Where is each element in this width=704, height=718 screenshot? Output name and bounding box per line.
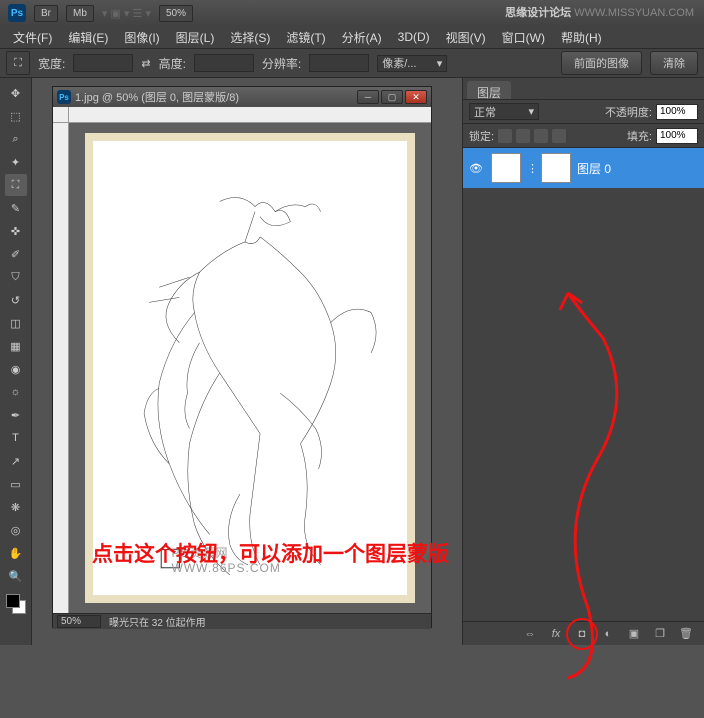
br-button[interactable]: Br xyxy=(34,5,58,22)
crop-tool-icon[interactable]: ⛶ xyxy=(6,51,30,75)
group-icon[interactable]: ▣ xyxy=(626,626,642,642)
link-layers-icon[interactable]: ⇔ xyxy=(522,626,538,642)
document-area: Ps1.jpg @ 50% (图层 0, 图层蒙版/8) ─ ▢ ✕ xyxy=(32,78,462,645)
menu-select[interactable]: 选择(S) xyxy=(223,27,277,48)
resolution-input[interactable] xyxy=(309,54,369,72)
move-tool[interactable]: ✥ xyxy=(5,82,27,104)
canvas[interactable]: PS资源网 WWW.86PS.COM xyxy=(85,133,415,603)
toolbar: ✥ ⬚ ⌕ ✦ ⛶ ✎ ✜ ✐ ⛉ ↺ ◫ ▦ ◉ ☼ ✒ T ↗ ▭ ❋ ◎ … xyxy=(0,78,32,645)
brush-tool[interactable]: ✐ xyxy=(5,243,27,265)
menu-window[interactable]: 窗口(W) xyxy=(495,27,552,48)
trash-icon[interactable]: 🗑 xyxy=(678,626,694,642)
hand-tool[interactable]: ✋ xyxy=(5,542,27,564)
blend-mode-select[interactable]: 正常▾ xyxy=(469,103,539,120)
blur-tool[interactable]: ◉ xyxy=(5,358,27,380)
doc-status-bar: 50% 曝光只在 32 位起作用 xyxy=(53,613,431,629)
shape-tool[interactable]: ▭ xyxy=(5,473,27,495)
options-bar: ⛶ 宽度: ⇄ 高度: 分辨率: 像素/...▾ 前面的图像 清除 xyxy=(0,48,704,78)
app-titlebar: Ps Br Mb ▾ ▣ ▾ ☰ ▾ 50% 思缘设计论坛 WWW.MISSYU… xyxy=(0,0,704,26)
watermark: 思缘设计论坛 WWW.MISSYUAN.COM xyxy=(505,4,694,20)
zoom-level[interactable]: 50% xyxy=(159,5,193,22)
dodge-tool[interactable]: ☼ xyxy=(5,381,27,403)
status-text: 曝光只在 32 位起作用 xyxy=(109,614,206,629)
ruler-vertical[interactable] xyxy=(53,123,69,613)
crop-tool[interactable]: ⛶ xyxy=(5,174,27,196)
type-tool[interactable]: T xyxy=(5,427,27,449)
height-input[interactable] xyxy=(194,54,254,72)
width-label: 宽度: xyxy=(38,55,65,72)
zoom-field[interactable]: 50% xyxy=(57,615,101,628)
minimize-button[interactable]: ─ xyxy=(357,90,379,104)
swap-icon[interactable]: ⇄ xyxy=(141,57,150,70)
fill-input[interactable]: 100% xyxy=(656,128,698,144)
width-input[interactable] xyxy=(73,54,133,72)
layer-thumb[interactable] xyxy=(491,153,521,183)
menu-analysis[interactable]: 分析(A) xyxy=(335,27,389,48)
opacity-input[interactable]: 100% xyxy=(656,104,698,120)
eye-icon[interactable]: 👁 xyxy=(467,159,485,177)
menu-image[interactable]: 图像(I) xyxy=(117,27,166,48)
zoom-tool[interactable]: 🔍 xyxy=(5,565,27,587)
menu-filter[interactable]: 滤镜(T) xyxy=(279,27,332,48)
stamp-tool[interactable]: ⛉ xyxy=(5,266,27,288)
heal-tool[interactable]: ✜ xyxy=(5,220,27,242)
menu-3d[interactable]: 3D(D) xyxy=(391,28,437,46)
menu-edit[interactable]: 编辑(E) xyxy=(61,27,115,48)
layers-footer: ⇔ fx ◘ ◐ ▣ ❐ 🗑 xyxy=(463,621,704,645)
close-button[interactable]: ✕ xyxy=(405,90,427,104)
layers-tab[interactable]: 图层 xyxy=(467,81,511,99)
mask-thumb[interactable] xyxy=(541,153,571,183)
layers-panel: 图层 正常▾ 不透明度: 100% 锁定: 填充: 100% 👁 ⋮ xyxy=(462,78,704,645)
menu-layer[interactable]: 图层(L) xyxy=(169,27,222,48)
gradient-tool[interactable]: ▦ xyxy=(5,335,27,357)
eraser-tool[interactable]: ◫ xyxy=(5,312,27,334)
menu-help[interactable]: 帮助(H) xyxy=(554,27,609,48)
layer-list: 👁 ⋮ 图层 0 xyxy=(463,148,704,588)
maximize-button[interactable]: ▢ xyxy=(381,90,403,104)
new-layer-icon[interactable]: ❐ xyxy=(652,626,668,642)
clear-button[interactable]: 清除 xyxy=(650,51,698,75)
3d-tool[interactable]: ❋ xyxy=(5,496,27,518)
wand-tool[interactable]: ✦ xyxy=(5,151,27,173)
path-tool[interactable]: ↗ xyxy=(5,450,27,472)
link-icon: ⋮ xyxy=(527,162,535,175)
resolution-label: 分辨率: xyxy=(262,55,301,72)
height-label: 高度: xyxy=(159,55,186,72)
ruler-horizontal[interactable] xyxy=(69,107,431,123)
annotation-text: 点击这个按钮，可以添加一个图层蒙版 xyxy=(92,538,449,568)
menubar: 文件(F) 编辑(E) 图像(I) 图层(L) 选择(S) 滤镜(T) 分析(A… xyxy=(0,26,704,48)
add-mask-icon[interactable]: ◘ xyxy=(574,626,590,642)
menu-file[interactable]: 文件(F) xyxy=(6,27,59,48)
fx-icon[interactable]: fx xyxy=(548,626,564,642)
layer-name[interactable]: 图层 0 xyxy=(577,160,611,177)
fill-label: 填充: xyxy=(627,128,652,144)
lock-label: 锁定: xyxy=(469,128,494,144)
menu-view[interactable]: 视图(V) xyxy=(439,27,493,48)
color-swatch[interactable] xyxy=(6,594,26,614)
lasso-tool[interactable]: ⌕ xyxy=(5,128,27,150)
history-brush-tool[interactable]: ↺ xyxy=(5,289,27,311)
doc-titlebar[interactable]: Ps1.jpg @ 50% (图层 0, 图层蒙版/8) ─ ▢ ✕ xyxy=(53,87,431,107)
unit-select[interactable]: 像素/...▾ xyxy=(377,55,447,72)
pen-tool[interactable]: ✒ xyxy=(5,404,27,426)
sep: ▾ ▣ ▾ ☰ ▾ xyxy=(102,7,151,20)
layer-item[interactable]: 👁 ⋮ 图层 0 xyxy=(463,148,704,188)
marquee-tool[interactable]: ⬚ xyxy=(5,105,27,127)
adjustment-icon[interactable]: ◐ xyxy=(600,626,616,642)
lock-icons[interactable] xyxy=(498,129,566,143)
eyedropper-tool[interactable]: ✎ xyxy=(5,197,27,219)
opacity-label: 不透明度: xyxy=(605,104,652,120)
camera-tool[interactable]: ◎ xyxy=(5,519,27,541)
front-image-button[interactable]: 前面的图像 xyxy=(561,51,642,75)
mb-button[interactable]: Mb xyxy=(66,5,94,22)
ps-logo: Ps xyxy=(8,4,26,22)
